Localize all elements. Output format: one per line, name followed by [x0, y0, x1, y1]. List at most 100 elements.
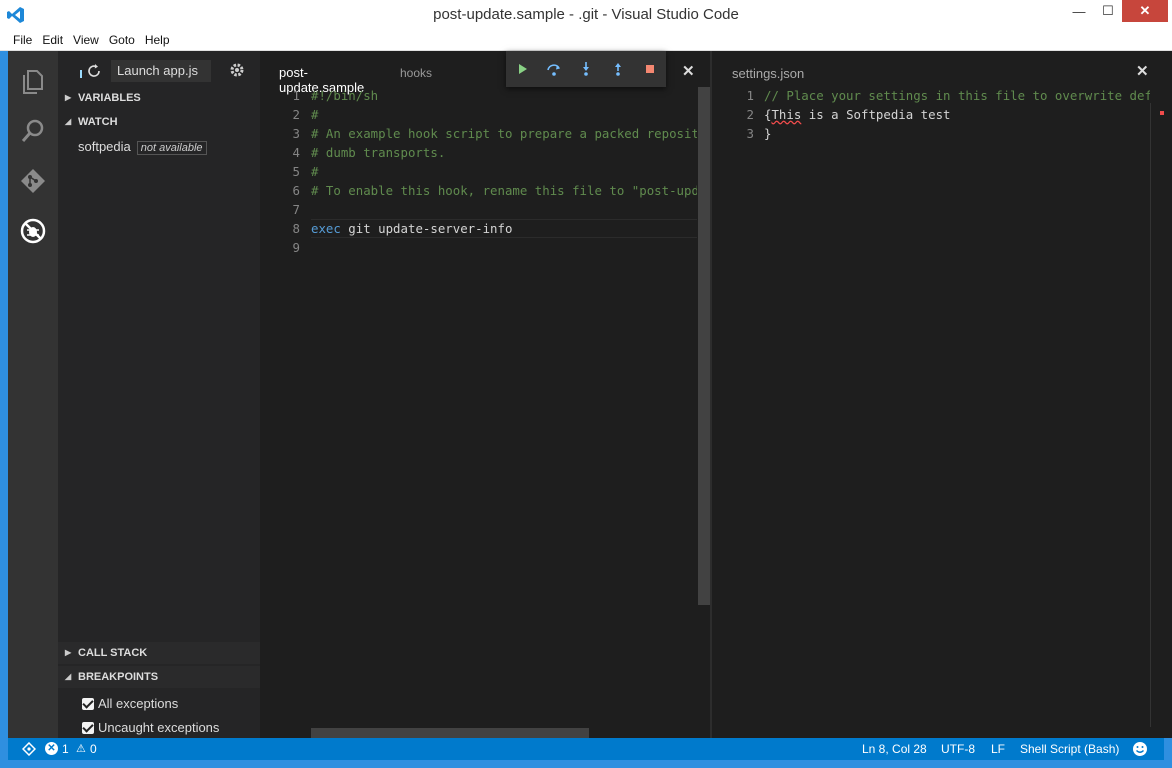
line-number: 2: [746, 107, 754, 122]
code-token: # To enable this hook, rename this file …: [311, 183, 697, 198]
code-token: #: [311, 107, 319, 122]
chevron-down-icon: ◢: [65, 117, 72, 126]
editor-group-left: post-update.sample hooks ✕ 123456789 #!/…: [260, 51, 710, 738]
code-line: # An example hook script to prepare a pa…: [311, 124, 697, 143]
launch-config-select[interactable]: Launch app.js: [111, 60, 211, 82]
breakpoints-label: BREAKPOINTS: [78, 671, 159, 683]
line-number-gutter: 1 2 3: [712, 86, 754, 143]
horizontal-scrollbar-thumb[interactable]: [311, 728, 589, 738]
step-over-icon[interactable]: [546, 61, 562, 77]
gear-icon[interactable]: [229, 62, 245, 78]
activity-bar: [8, 51, 58, 738]
breakpoint-row-uncaught-exceptions: Uncaught exceptions: [82, 720, 219, 735]
line-number: 5: [292, 164, 300, 179]
code-token: #: [311, 164, 319, 179]
watch-expression-row[interactable]: softpedia not available: [78, 139, 207, 155]
continue-icon[interactable]: [514, 61, 530, 77]
code-token: #!/bin/sh: [311, 88, 379, 103]
code-token: is a Softpedia test: [801, 107, 951, 122]
debug-sidebar: Launch app.js ▶ VARIABLES ◢ WATCH softpe…: [58, 51, 260, 738]
call-stack-label: CALL STACK: [78, 647, 148, 659]
watch-section-header[interactable]: ◢ WATCH: [58, 111, 260, 133]
chevron-right-icon: ▶: [65, 93, 72, 102]
code-line: #: [311, 162, 697, 181]
error-ruler-mark: [1160, 111, 1164, 115]
code-line: #: [311, 105, 697, 124]
code-line: # To enable this hook, rename this file …: [311, 181, 697, 200]
warning-icon[interactable]: ⚠: [76, 742, 86, 755]
error-icon[interactable]: ✕: [45, 742, 58, 755]
window-frame-left: [0, 51, 8, 768]
debug-status-icon[interactable]: [22, 742, 36, 756]
line-number: 9: [292, 240, 300, 255]
menu-view[interactable]: View: [68, 30, 104, 50]
window-title: post-update.sample - .git - Visual Studi…: [433, 6, 739, 23]
editor-group-right: settings.json ✕ 1 2 3 // Place your settin…: [712, 51, 1172, 738]
variables-label: VARIABLES: [78, 92, 141, 104]
menu-goto[interactable]: Goto: [104, 30, 140, 50]
restart-icon[interactable]: [86, 63, 102, 79]
watch-value: not available: [136, 141, 207, 155]
eol-indicator[interactable]: LF: [991, 742, 1005, 756]
window-frame-bottom: [0, 760, 1172, 768]
line-number: 4: [292, 145, 300, 160]
line-number: 2: [292, 107, 300, 122]
status-bar: ✕ 1 ⚠ 0 Ln 8, Col 28 UTF-8 LF Shell Scri…: [8, 738, 1164, 760]
call-stack-section-header[interactable]: ▶ CALL STACK: [58, 642, 260, 664]
variables-section-header[interactable]: ▶ VARIABLES: [58, 87, 260, 109]
debug-icon[interactable]: [19, 217, 47, 245]
focus-marker: [80, 70, 82, 78]
git-icon[interactable]: [19, 167, 47, 195]
vertical-scrollbar-thumb[interactable]: [698, 87, 710, 605]
code-editor-shell[interactable]: #!/bin/sh # # An example hook script to pr…: [311, 86, 697, 257]
uncaught-exceptions-label: Uncaught exceptions: [98, 720, 220, 735]
line-number: 6: [292, 183, 300, 198]
vertical-scrollbar[interactable]: [1150, 103, 1162, 727]
close-tab-icon[interactable]: ✕: [682, 62, 695, 80]
menu-bar: File Edit View Goto Help: [0, 30, 1172, 51]
menu-edit[interactable]: Edit: [37, 30, 68, 50]
menu-help[interactable]: Help: [140, 30, 175, 50]
line-number-gutter: 1 2 3 4 5 6 7 8 9: [260, 86, 300, 257]
watch-expression: softpedia: [78, 139, 131, 154]
breakpoints-section-header[interactable]: ◢ BREAKPOINTS: [58, 666, 260, 688]
chevron-right-icon: ▶: [65, 648, 72, 657]
maximize-button[interactable]: ☐: [1094, 0, 1122, 22]
debug-action-bar: [506, 51, 666, 87]
tab-title: settings.json: [732, 66, 805, 81]
warning-count[interactable]: 0: [90, 742, 97, 756]
line-number: 3: [746, 126, 754, 141]
breakpoint-row-all-exceptions: All exceptions: [82, 696, 178, 711]
code-token: # dumb transports.: [311, 145, 446, 160]
close-window-button[interactable]: ✕: [1122, 0, 1168, 22]
menu-file[interactable]: File: [8, 30, 37, 50]
all-exceptions-checkbox[interactable]: [82, 697, 94, 710]
all-exceptions-label: All exceptions: [98, 696, 179, 711]
minimize-button[interactable]: —: [1064, 0, 1094, 22]
code-editor-json[interactable]: // Place your settings in this file to o…: [764, 86, 1150, 143]
smiley-feedback-icon[interactable]: [1132, 741, 1148, 757]
stop-icon[interactable]: [642, 61, 658, 77]
step-into-icon[interactable]: [578, 61, 594, 77]
title-bar: post-update.sample - .git - Visual Studi…: [0, 0, 1172, 30]
step-out-icon[interactable]: [610, 61, 626, 77]
code-token: git update-server-info: [340, 221, 513, 236]
chevron-down-icon: ◢: [65, 672, 72, 681]
code-token: # An example hook script to prepare a pa…: [311, 126, 697, 141]
files-icon[interactable]: [19, 67, 47, 95]
code-line: {This is a Softpedia test: [764, 105, 1150, 124]
code-line: }: [764, 126, 772, 141]
encoding-indicator[interactable]: UTF-8: [941, 742, 975, 756]
tab-description: hooks: [400, 66, 433, 80]
line-number: 3: [292, 126, 300, 141]
search-icon[interactable]: [19, 117, 47, 145]
code-token: exec: [311, 221, 341, 236]
close-tab-icon[interactable]: ✕: [1136, 62, 1149, 80]
language-mode[interactable]: Shell Script (Bash): [1020, 742, 1119, 756]
line-number: 1: [292, 88, 300, 103]
error-count[interactable]: 1: [62, 742, 69, 756]
uncaught-exceptions-checkbox[interactable]: [82, 721, 94, 734]
cursor-position[interactable]: Ln 8, Col 28: [862, 742, 927, 756]
